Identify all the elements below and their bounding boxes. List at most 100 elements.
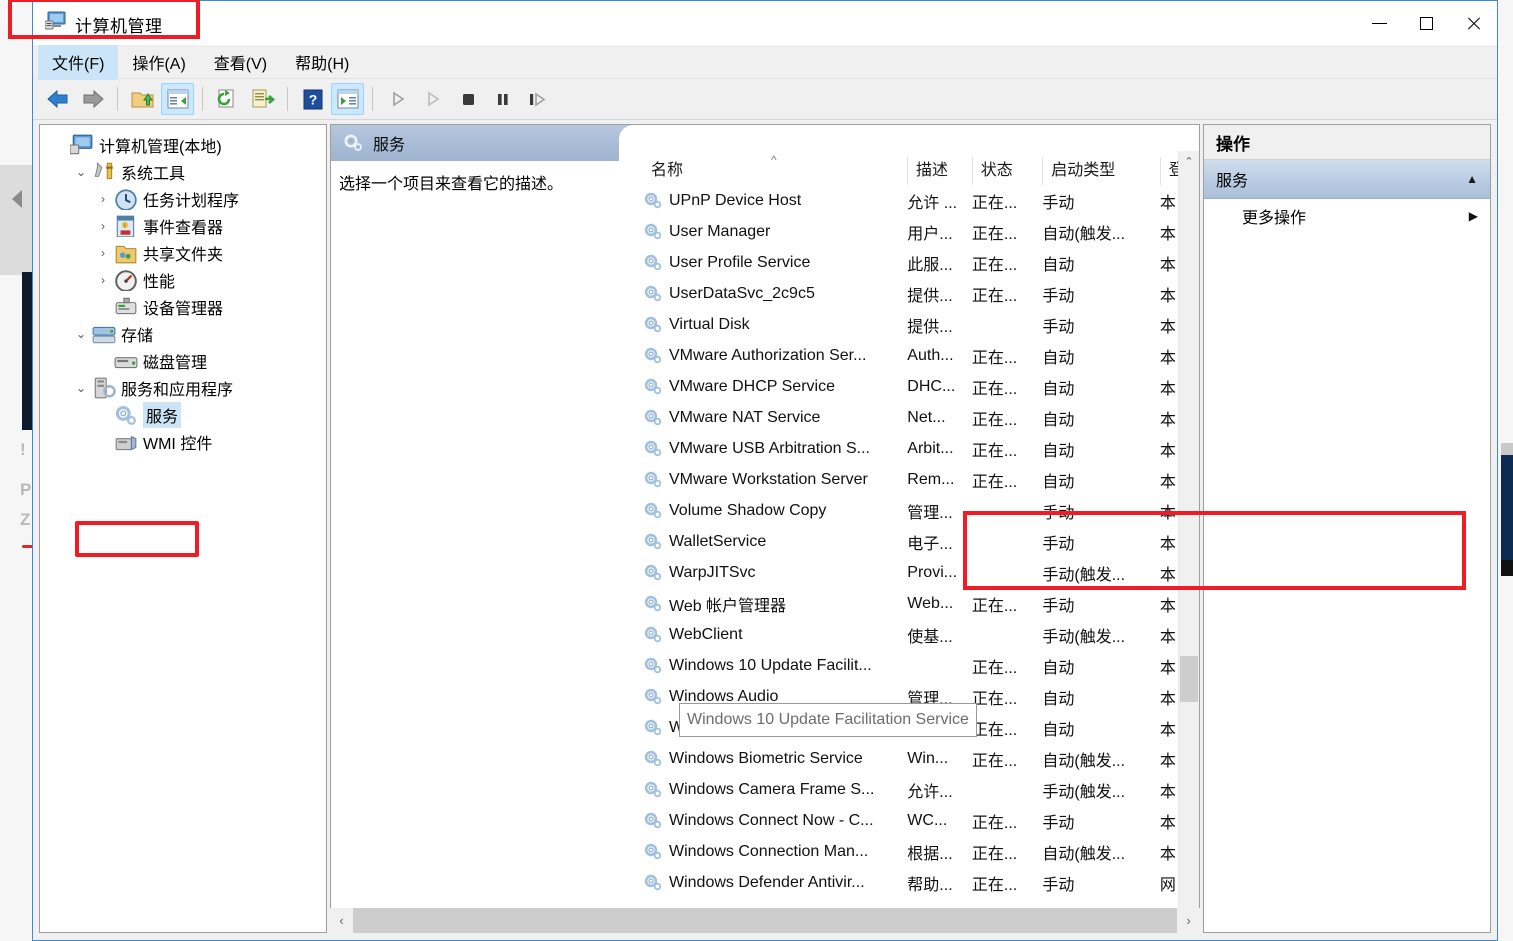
up-one-level-button[interactable] [126, 83, 159, 115]
cell-status: 正在... [972, 282, 1042, 306]
scroll-up-button[interactable]: ⌃ [1179, 151, 1199, 171]
services-list-header: 名称描述状态启动类型登^ [643, 151, 1199, 185]
table-row[interactable]: WebClient使基...手动(触发...本 [643, 619, 1199, 650]
horizontal-scroll-thumb[interactable] [353, 908, 1177, 933]
service-name-label: VMware NAT Service [669, 409, 820, 427]
minimize-button[interactable] [1356, 1, 1403, 45]
vertical-scroll-thumb[interactable] [1180, 656, 1198, 702]
forward-button[interactable] [76, 83, 109, 115]
services-pane-title: 服务 [373, 131, 405, 155]
tree-node-label: 服务 [143, 402, 181, 428]
table-row[interactable]: VMware USB Arbitration S...Arbit...正在...… [643, 433, 1199, 464]
console-tree: 计算机管理(本地)⌄系统工具›任务计划程序›!事件查看器›共享文件夹›性能设备管… [40, 125, 326, 455]
service-name-label: Volume Shadow Copy [669, 502, 826, 520]
table-row[interactable]: WalletService电子...手动本 [643, 526, 1199, 557]
table-row[interactable]: VMware Workstation ServerRem...正在...自动本 [643, 464, 1199, 495]
horizontal-scrollbar[interactable]: ‹ › [330, 908, 1200, 933]
refresh-button[interactable] [211, 83, 244, 115]
menu-help[interactable]: 帮助(H) [281, 44, 363, 80]
cell-startup-type: 自动(触发... [1042, 220, 1159, 244]
cell-startup-type: 自动 [1042, 716, 1159, 740]
tree-node-5[interactable]: ›性能 [44, 266, 326, 293]
horizontal-scroll-track[interactable] [353, 908, 1177, 933]
tree-node-2[interactable]: ›任务计划程序 [44, 185, 326, 212]
cell-description: WC... [907, 812, 972, 830]
action-item-more-actions[interactable]: 更多操作 ▶ [1204, 199, 1490, 233]
chevron-down-icon[interactable]: ⌄ [70, 165, 92, 179]
background-black-block [1501, 560, 1513, 576]
back-button[interactable] [41, 83, 74, 115]
table-row[interactable]: User Manager用户...正在...自动(触发...本 [643, 216, 1199, 247]
menu-view[interactable]: 查看(V) [200, 44, 281, 80]
tools-icon [92, 161, 116, 183]
refresh-icon [216, 88, 240, 110]
table-row[interactable]: UPnP Device Host允许 ...正在...手动本 [643, 185, 1199, 216]
tree-node-8[interactable]: 磁盘管理 [44, 347, 326, 374]
tree-node-3[interactable]: ›!事件查看器 [44, 212, 326, 239]
table-row[interactable]: VMware NAT ServiceNet...正在...自动本 [643, 402, 1199, 433]
tree-node-7[interactable]: ⌄存储 [44, 320, 326, 347]
menu-action[interactable]: 操作(A) [118, 44, 199, 80]
table-row[interactable]: Windows 10 Update Facilit...正在...自动本 [643, 650, 1199, 681]
restart-service-button[interactable] [521, 83, 554, 115]
table-row[interactable]: Windows Connect Now - C...WC...正在...手动本 [643, 805, 1199, 836]
table-row[interactable]: UserDataSvc_2c9c5提供...正在...手动本 [643, 278, 1199, 309]
tree-node-0[interactable]: 计算机管理(本地) [44, 131, 326, 158]
chevron-right-icon[interactable]: › [92, 273, 114, 287]
computer-management-window: 计算机管理 文件(F) 操作(A) 查看(V) 帮助(H) [32, 0, 1498, 941]
table-row[interactable]: Web 帐户管理器Web...正在...手动本 [643, 588, 1199, 619]
tree-node-11[interactable]: WMI 控件 [44, 428, 326, 455]
table-row[interactable]: Windows Camera Frame S...允许...手动(触发...本 [643, 774, 1199, 805]
table-row[interactable]: Virtual Disk提供...手动本 [643, 309, 1199, 340]
help-button[interactable]: ? [296, 83, 329, 115]
close-button[interactable] [1450, 1, 1497, 45]
export-list-button[interactable] [246, 83, 279, 115]
chevron-right-icon[interactable]: › [92, 192, 114, 206]
table-row[interactable]: Windows Defender Antivir...帮助...正在...手动网 [643, 867, 1199, 898]
cell-startup-type: 自动(触发... [1042, 747, 1159, 771]
table-row[interactable]: WarpJITSvcProvi...手动(触发...本 [643, 557, 1199, 588]
chevron-up-icon[interactable]: ▲ [1466, 172, 1478, 186]
show-hide-console-tree-button[interactable] [161, 83, 194, 115]
show-hide-action-pane-button[interactable] [331, 83, 364, 115]
tree-node-10[interactable]: 服务 [44, 401, 326, 428]
cell-name: VMware NAT Service [643, 408, 907, 427]
maximize-button[interactable] [1403, 1, 1450, 45]
vertical-scrollbar[interactable]: ⌃ ⌄ [1178, 151, 1199, 932]
stop-service-button[interactable] [451, 83, 484, 115]
tree-node-6[interactable]: 设备管理器 [44, 293, 326, 320]
cell-startup-type: 自动 [1042, 468, 1159, 492]
actions-group-services[interactable]: 服务 ▲ [1204, 160, 1490, 199]
tree-node-1[interactable]: ⌄系统工具 [44, 158, 326, 185]
tree-node-9[interactable]: ⌄服务和应用程序 [44, 374, 326, 401]
chevron-right-icon[interactable]: › [92, 246, 114, 260]
chevron-down-icon[interactable]: ⌄ [70, 381, 92, 395]
start-service-button[interactable] [381, 83, 414, 115]
column-header-start[interactable]: 启动类型 [1042, 157, 1159, 185]
pause-service-button[interactable] [486, 83, 519, 115]
chevron-right-icon[interactable]: › [92, 219, 114, 233]
tree-node-4[interactable]: ›共享文件夹 [44, 239, 326, 266]
table-row[interactable]: Windows Connection Man...根据...正在...自动(触发… [643, 836, 1199, 867]
service-gear-icon [643, 842, 663, 861]
chevron-down-icon[interactable]: ⌄ [70, 327, 92, 341]
service-name-label: VMware Workstation Server [669, 471, 868, 489]
column-header-desc[interactable]: 描述 [907, 157, 972, 185]
window-body: 计算机管理(本地)⌄系统工具›任务计划程序›!事件查看器›共享文件夹›性能设备管… [34, 120, 1496, 939]
table-row[interactable]: VMware Authorization Ser...Auth...正在...自… [643, 340, 1199, 371]
cell-status: 正在... [972, 375, 1042, 399]
chevron-right-icon[interactable]: ▶ [1469, 209, 1490, 223]
table-row[interactable]: User Profile Service此服...正在...自动本 [643, 247, 1199, 278]
table-row[interactable]: Volume Shadow Copy管理...手动本 [643, 495, 1199, 526]
scroll-left-button[interactable]: ‹ [330, 908, 353, 933]
service-name-label: WarpJITSvc [669, 564, 756, 582]
cell-description: 提供... [907, 313, 972, 337]
menu-file[interactable]: 文件(F) [38, 44, 118, 80]
table-row[interactable]: Windows Biometric ServiceWin...正在...自动(触… [643, 743, 1199, 774]
table-row[interactable]: VMware DHCP ServiceDHC...正在...自动本 [643, 371, 1199, 402]
resume-service-button[interactable] [416, 83, 449, 115]
column-header-state[interactable]: 状态 [972, 157, 1043, 185]
scroll-right-button[interactable]: › [1177, 908, 1200, 933]
service-gear-icon [643, 377, 663, 396]
service-gear-icon [643, 563, 663, 582]
